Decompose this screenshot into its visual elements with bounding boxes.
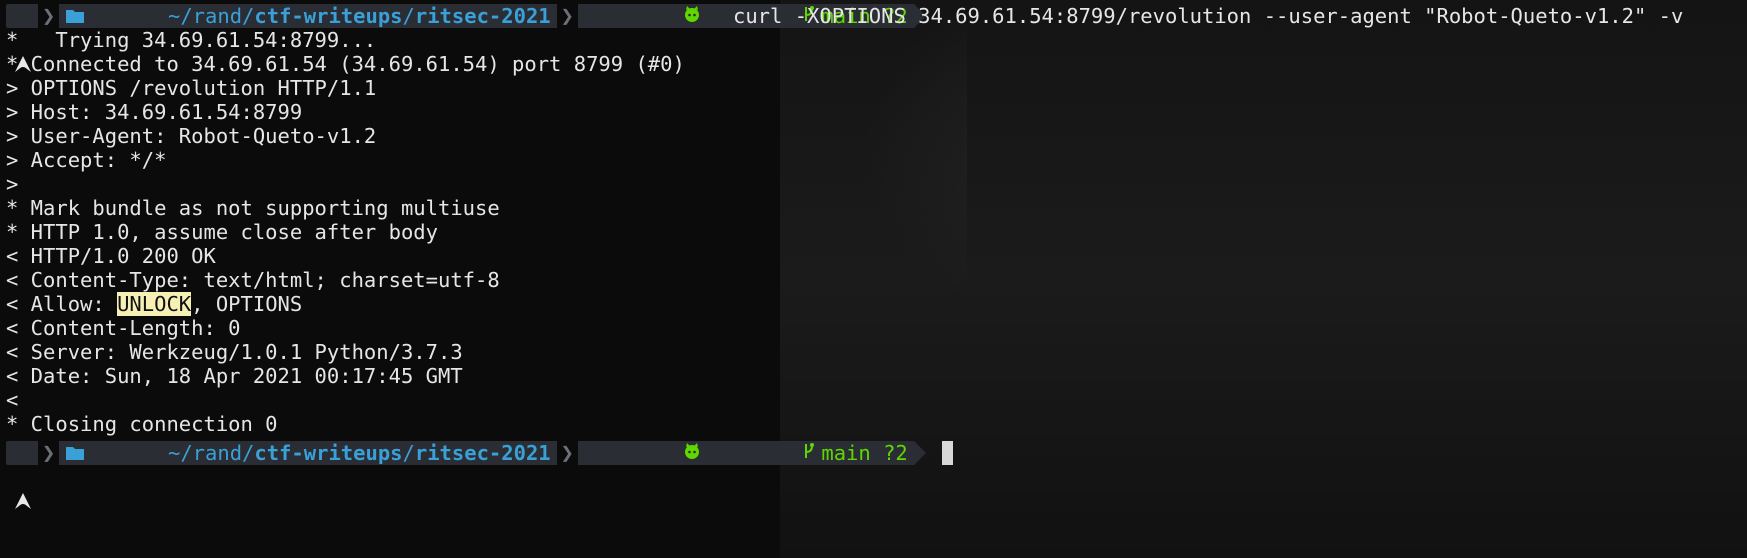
prompt-separator-icon: ❯ [42, 3, 56, 29]
output-line-allow: < Allow: UNLOCK, OPTIONS [6, 291, 302, 318]
prompt-os-segment [6, 4, 38, 72]
path-bold: ctf-writeups [254, 441, 403, 465]
output-line: > OPTIONS /revolution HTTP/1.1 [6, 76, 377, 100]
output-line: > [6, 172, 19, 196]
arch-linux-icon [14, 444, 32, 509]
prompt-line-2: ❯ ~/rand/ctf-writeups / ritsec-2021 ❯ main… [6, 440, 953, 509]
prompt-separator-icon: ❯ [42, 440, 56, 466]
prompt-git-segment: main ?2 [577, 441, 914, 465]
prompt-path-segment: ~/rand/ctf-writeups / ritsec-2021 [59, 4, 557, 28]
output-line: < Date: Sun, 18 Apr 2021 00:17:45 GMT [6, 364, 463, 388]
prompt-separator-icon: ❯ [560, 3, 574, 29]
git-spacer [871, 441, 883, 465]
highlighted-method: UNLOCK [117, 292, 192, 316]
git-branch-icon [705, 417, 816, 489]
output-line: < Content-Length: 0 [6, 316, 241, 340]
output-line: > User-Agent: Robot-Queto-v1.2 [6, 124, 377, 148]
prompt-os-segment [6, 441, 38, 509]
path-separator: / [402, 4, 415, 28]
command-text: curl -XOPTIONS 34.69.61.54:8799/revoluti… [733, 4, 1684, 28]
output-line: * HTTP 1.0, assume close after body [6, 220, 438, 244]
path-bold: ctf-writeups [254, 4, 403, 28]
terminal[interactable]: ❯ ~/rand/ctf-writeups / ritsec-2021 ❯ main… [0, 0, 1747, 558]
output-line: > Host: 34.69.61.54:8799 [6, 100, 303, 124]
output-line: < Content-Type: text/html; charset=utf-8 [6, 268, 500, 292]
output-line: < Server: Werkzeug/1.0.1 Python/3.7.3 [6, 340, 463, 364]
path-prefix: ~/rand/ [168, 4, 255, 28]
terminal-cursor[interactable] [941, 441, 953, 465]
output-line: * Mark bundle as not supporting multiuse [6, 196, 500, 220]
git-status: ?2 [883, 441, 908, 465]
github-icon [584, 417, 701, 489]
arch-linux-icon [14, 7, 32, 72]
allow-prefix: < Allow: [6, 292, 118, 316]
prompt-path-segment: ~/rand/ctf-writeups / ritsec-2021 [59, 441, 557, 465]
output-line: * Connected to 34.69.61.54 (34.69.61.54)… [6, 52, 685, 76]
git-branch-name: main [821, 441, 871, 465]
prompt-end-arrow [913, 441, 926, 465]
output-line: < HTTP/1.0 200 OK [6, 244, 216, 268]
folder-icon [65, 397, 164, 509]
path-separator: / [402, 441, 415, 465]
github-icon [584, 0, 701, 52]
output-line: < [6, 388, 19, 412]
prompt-separator-icon: ❯ [560, 440, 574, 466]
output-line: > Accept: */* [6, 148, 167, 172]
path-tail: ritsec-2021 [414, 441, 551, 465]
output-line: * Trying 34.69.61.54:8799... [6, 28, 377, 52]
path-tail: ritsec-2021 [414, 4, 551, 28]
allow-suffix: , OPTIONS [191, 292, 303, 316]
path-prefix: ~/rand/ [168, 441, 255, 465]
